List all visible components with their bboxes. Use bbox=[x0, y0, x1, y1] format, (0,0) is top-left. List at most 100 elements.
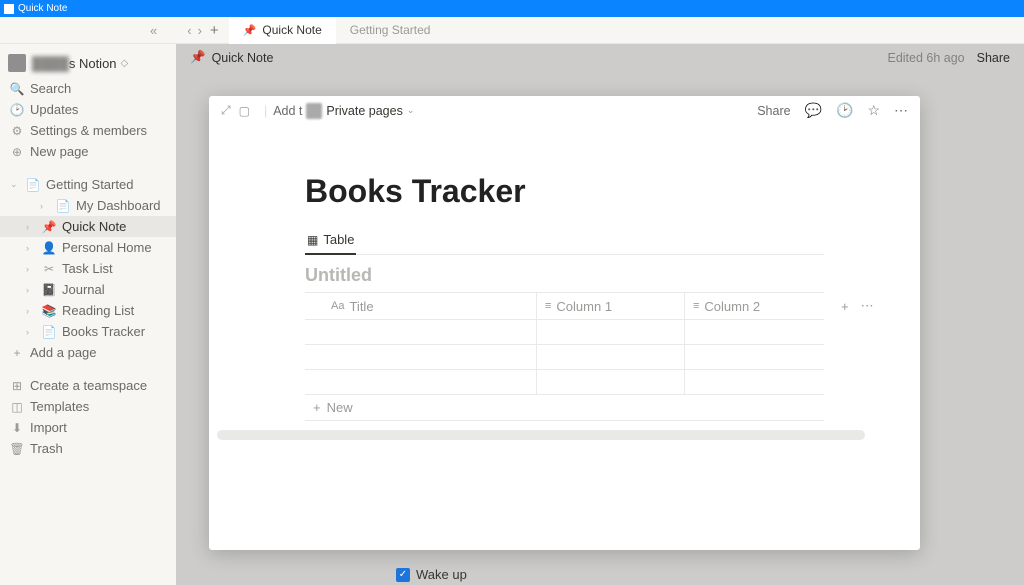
scissors-icon: ✂ bbox=[42, 262, 56, 276]
sidebar-item-label: Reading List bbox=[62, 303, 134, 318]
checkbox-checked-icon[interactable]: ✓ bbox=[396, 568, 410, 582]
page-title[interactable]: Books Tracker bbox=[305, 173, 824, 210]
sidebar-item-label: Trash bbox=[30, 441, 63, 456]
sidebar-item-label: Import bbox=[30, 420, 67, 435]
view-tab-label: Table bbox=[323, 232, 354, 247]
tab-getting-started[interactable]: Getting Started bbox=[336, 17, 445, 44]
app-icon bbox=[4, 4, 14, 14]
modal-topbar: ⤢ ▢ | Add t Private pages ⌄ Share 💬 🕑 ☆ … bbox=[209, 96, 920, 125]
column-actions: + ⋯ bbox=[833, 293, 880, 319]
chevron-updown-icon: ◇ bbox=[121, 58, 129, 69]
table-row[interactable] bbox=[305, 320, 824, 345]
horizontal-scrollbar[interactable] bbox=[217, 430, 912, 440]
templates-icon: ◫ bbox=[10, 400, 24, 414]
comments-icon[interactable]: 💬 bbox=[805, 102, 822, 119]
workspace-switcher[interactable]: ████ s Notion ◇ bbox=[0, 50, 176, 76]
sidebar-item-label: My Dashboard bbox=[76, 198, 161, 213]
chevron-right-icon[interactable]: › bbox=[26, 264, 36, 274]
tabbar: « ‹ › + 📌 Quick Note Getting Started bbox=[0, 17, 1024, 44]
chevron-right-icon[interactable]: › bbox=[26, 327, 36, 337]
sidebar-item-label: Books Tracker bbox=[62, 324, 145, 339]
tab-quick-note[interactable]: 📌 Quick Note bbox=[229, 17, 336, 44]
scrollbar-thumb[interactable] bbox=[217, 430, 865, 440]
modal-share-button[interactable]: Share bbox=[757, 104, 790, 118]
peek-icon[interactable]: ▢ bbox=[239, 104, 250, 118]
pin-icon: 📌 bbox=[243, 24, 257, 37]
sidebar-item-label: Task List bbox=[62, 261, 113, 276]
workspace-name-blurred: ████ bbox=[32, 56, 69, 71]
table-header: Aa Title ≡ Column 1 ≡ Column 2 + ⋯ bbox=[305, 292, 824, 320]
chevron-right-icon[interactable]: › bbox=[26, 222, 36, 232]
chevron-down-icon[interactable]: ⌄ bbox=[10, 179, 20, 190]
sidebar-item-reading-list[interactable]: › 📚 Reading List bbox=[0, 300, 176, 321]
todo-item-wake-up[interactable]: ✓ Wake up bbox=[396, 567, 467, 582]
addto-prefix: Add t bbox=[273, 104, 302, 118]
sidebar-add-a-page[interactable]: + Add a page bbox=[0, 342, 176, 363]
chevron-right-icon[interactable]: › bbox=[26, 306, 36, 316]
sidebar-item-label: Settings & members bbox=[30, 123, 147, 138]
back-button[interactable]: ‹ bbox=[187, 23, 191, 38]
column-2[interactable]: ≡ Column 2 bbox=[685, 293, 833, 319]
sidebar-item-label: Create a teamspace bbox=[30, 378, 147, 393]
chevron-right-icon[interactable]: › bbox=[26, 243, 36, 253]
text-icon: ≡ bbox=[545, 300, 551, 312]
new-tab-button[interactable]: + bbox=[210, 22, 219, 39]
sidebar-item-journal[interactable]: › 📓 Journal bbox=[0, 279, 176, 300]
sidebar-item-books-tracker[interactable]: › 📄 Books Tracker bbox=[0, 321, 176, 342]
sidebar: ████ s Notion ◇ 🔍 Search 🕑 Updates ⚙ Set… bbox=[0, 44, 176, 585]
books-icon: 📚 bbox=[42, 304, 56, 318]
column-title[interactable]: Aa Title bbox=[305, 293, 537, 319]
column-1[interactable]: ≡ Column 1 bbox=[537, 293, 685, 319]
tabs-overflow-icon[interactable]: « bbox=[150, 23, 157, 38]
table-row[interactable] bbox=[305, 345, 824, 370]
plus-icon: + bbox=[10, 346, 24, 360]
download-icon: ⬇ bbox=[10, 421, 24, 435]
add-column-button[interactable]: + bbox=[841, 299, 849, 314]
plus-icon: + bbox=[313, 400, 321, 415]
column-label: Column 1 bbox=[556, 299, 612, 314]
sidebar-settings[interactable]: ⚙ Settings & members bbox=[0, 120, 176, 141]
sidebar-templates[interactable]: ◫ Templates bbox=[0, 396, 176, 417]
sidebar-search[interactable]: 🔍 Search bbox=[0, 78, 176, 99]
table-row[interactable] bbox=[305, 370, 824, 395]
sidebar-item-label: Getting Started bbox=[46, 177, 133, 192]
database-title[interactable]: Untitled bbox=[305, 265, 824, 286]
column-more-button[interactable]: ⋯ bbox=[861, 298, 874, 314]
teamspace-icon: ⊞ bbox=[10, 379, 24, 393]
sidebar-item-personal-home[interactable]: › 👤 Personal Home bbox=[0, 237, 176, 258]
more-icon[interactable]: ⋯ bbox=[894, 102, 908, 119]
chevron-right-icon[interactable]: › bbox=[40, 201, 50, 211]
sidebar-import[interactable]: ⬇ Import bbox=[0, 417, 176, 438]
os-titlebar: Quick Note bbox=[0, 0, 1024, 17]
favorite-icon[interactable]: ☆ bbox=[867, 102, 880, 119]
modal-breadcrumb[interactable]: Add t Private pages ⌄ bbox=[273, 103, 414, 119]
table-icon: ▦ bbox=[307, 233, 318, 247]
page-icon: 📄 bbox=[26, 178, 40, 192]
expand-icon[interactable]: ⤢ bbox=[221, 103, 231, 118]
view-tab-table[interactable]: ▦ Table bbox=[305, 228, 356, 255]
sidebar-item-label: Templates bbox=[30, 399, 89, 414]
column-label: Title bbox=[349, 299, 373, 314]
sidebar-create-teamspace[interactable]: ⊞ Create a teamspace bbox=[0, 375, 176, 396]
person-icon: 👤 bbox=[42, 241, 56, 255]
sidebar-item-quick-note[interactable]: › 📌 Quick Note bbox=[0, 216, 176, 237]
page-icon: 📄 bbox=[56, 199, 70, 213]
chevron-right-icon[interactable]: › bbox=[26, 285, 36, 295]
new-row-button[interactable]: + New bbox=[305, 395, 824, 421]
updates-icon[interactable]: 🕑 bbox=[836, 102, 853, 119]
sidebar-trash[interactable]: 🗑 Trash bbox=[0, 438, 176, 459]
sidebar-new-page[interactable]: ⊕ New page bbox=[0, 141, 176, 162]
search-icon: 🔍 bbox=[10, 82, 24, 96]
database-views: ▦ Table bbox=[305, 228, 824, 255]
forward-button[interactable]: › bbox=[198, 23, 202, 38]
clock-icon: 🕑 bbox=[10, 103, 24, 117]
avatar bbox=[306, 103, 322, 119]
column-label: Column 2 bbox=[704, 299, 760, 314]
new-row-label: New bbox=[327, 400, 353, 415]
private-pages-label: Private pages bbox=[326, 104, 402, 118]
sidebar-item-getting-started[interactable]: ⌄ 📄 Getting Started bbox=[0, 174, 176, 195]
sidebar-item-label: Journal bbox=[62, 282, 105, 297]
sidebar-updates[interactable]: 🕑 Updates bbox=[0, 99, 176, 120]
sidebar-item-my-dashboard[interactable]: › 📄 My Dashboard bbox=[0, 195, 176, 216]
sidebar-item-task-list[interactable]: › ✂ Task List bbox=[0, 258, 176, 279]
